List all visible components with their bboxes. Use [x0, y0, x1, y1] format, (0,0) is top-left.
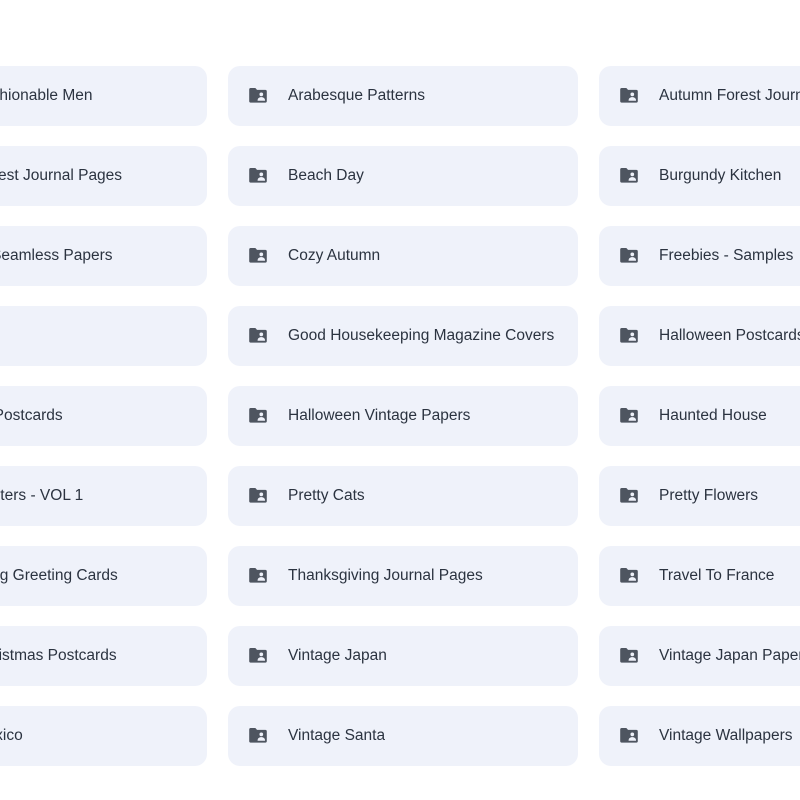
- folder-label: Vintage Fashionable Men: [0, 86, 93, 104]
- folder-card[interactable]: Vintage Mexico: [0, 706, 207, 766]
- folder-shared-icon: [246, 644, 270, 668]
- folder-card[interactable]: Travel To France: [599, 546, 800, 606]
- folder-label: Halloween Vintage Papers: [288, 406, 471, 424]
- folder-shared-icon: [617, 84, 641, 108]
- folder-label: Christmas Seamless Papers: [0, 246, 113, 264]
- folder-card[interactable]: Vintage Japan: [228, 626, 578, 686]
- folder-shared-icon: [617, 404, 641, 428]
- folder-card[interactable]: Pretty Flowers: [599, 466, 800, 526]
- folders-grid: Vintage Fashionable Men Arabesque Pattern…: [0, 62, 800, 766]
- folder-card[interactable]: Pretty Cats: [228, 466, 578, 526]
- folder-card[interactable]: Vintage Posters - VOL 1: [0, 466, 207, 526]
- folder-shared-icon: [246, 244, 270, 268]
- folder-label: Vintage Posters - VOL 1: [0, 486, 84, 504]
- folder-card[interactable]: Thanksgiving Journal Pages: [228, 546, 578, 606]
- folder-label: Vintage Japan: [288, 646, 387, 664]
- folder-shared-icon: [617, 484, 641, 508]
- folder-label: Autumn Forest Journal Pages: [659, 86, 800, 104]
- folder-shared-icon: [246, 724, 270, 748]
- folder-card[interactable]: Good Housekeeping Magazine Covers: [228, 306, 578, 366]
- folder-shared-icon: [617, 564, 641, 588]
- folder-label: Beach Day: [288, 166, 364, 184]
- folder-label: Freebies - Samples: [659, 246, 794, 264]
- folder-shared-icon: [246, 84, 270, 108]
- folder-label: Cozy Autumn: [288, 246, 381, 264]
- folder-shared-icon: [617, 644, 641, 668]
- folder-card[interactable]: Vintage Japan Papers: [599, 626, 800, 686]
- folder-label: Thanksgiving Journal Pages: [288, 566, 483, 584]
- folder-card[interactable]: Beach Day: [228, 146, 578, 206]
- folder-card[interactable]: Christmas Seamless Papers: [0, 226, 207, 286]
- folder-shared-icon: [246, 564, 270, 588]
- folder-card[interactable]: Halloween Vintage Papers: [228, 386, 578, 446]
- folder-label: Vintage Mexico: [0, 726, 23, 744]
- folder-label: Burgundy Kitchen: [659, 166, 782, 184]
- folder-card[interactable]: Thanksgiving Greeting Cards: [0, 546, 207, 606]
- folder-shared-icon: [246, 484, 270, 508]
- folder-card[interactable]: Cute Dogs: [0, 306, 207, 366]
- folder-shared-icon: [246, 324, 270, 348]
- folder-shared-icon: [617, 164, 641, 188]
- folder-shared-icon: [617, 724, 641, 748]
- folder-label: Haunted House: [659, 406, 767, 424]
- folder-card[interactable]: Burgundy Kitchen: [599, 146, 800, 206]
- folder-label: Good Housekeeping Magazine Covers: [288, 326, 555, 344]
- folder-label: Vintage Wallpapers: [659, 726, 793, 744]
- folder-label: Vintage Japan Papers: [659, 646, 800, 664]
- section-header: Dossiers Tout afficher: [0, 0, 800, 62]
- folder-card[interactable]: Arabesque Patterns: [228, 66, 578, 126]
- folder-label: Autumn Forest Journal Pages: [0, 166, 123, 184]
- folder-card[interactable]: Autumn Forest Journal Pages: [599, 66, 800, 126]
- folder-card[interactable]: Vintage Christmas Postcards: [0, 626, 207, 686]
- folder-shared-icon: [617, 324, 641, 348]
- folder-shared-icon: [246, 164, 270, 188]
- folder-card[interactable]: Autumn Forest Journal Pages: [0, 146, 207, 206]
- folder-label: Halloween Postcards: [0, 406, 63, 424]
- folder-card[interactable]: Vintage Wallpapers: [599, 706, 800, 766]
- folder-shared-icon: [617, 244, 641, 268]
- folder-shared-icon: [246, 404, 270, 428]
- folder-card[interactable]: Halloween Postcards: [599, 306, 800, 366]
- folder-label: Arabesque Patterns: [288, 86, 426, 104]
- folder-card[interactable]: Vintage Fashionable Men: [0, 66, 207, 126]
- folder-card[interactable]: Halloween Postcards: [0, 386, 207, 446]
- folder-card[interactable]: Vintage Santa: [228, 706, 578, 766]
- folder-label: Halloween Postcards: [659, 326, 800, 344]
- folder-label: Pretty Flowers: [659, 486, 759, 504]
- folder-card[interactable]: Haunted House: [599, 386, 800, 446]
- folders-page: Dossiers Tout afficher Vintage Fashionab…: [0, 0, 800, 800]
- folder-label: Travel To France: [659, 566, 775, 584]
- folder-card[interactable]: Freebies - Samples: [599, 226, 800, 286]
- folder-label: Pretty Cats: [288, 486, 365, 504]
- folder-card[interactable]: Cozy Autumn: [228, 226, 578, 286]
- folder-label: Vintage Santa: [288, 726, 386, 744]
- folder-label: Thanksgiving Greeting Cards: [0, 566, 118, 584]
- folder-label: Vintage Christmas Postcards: [0, 646, 117, 664]
